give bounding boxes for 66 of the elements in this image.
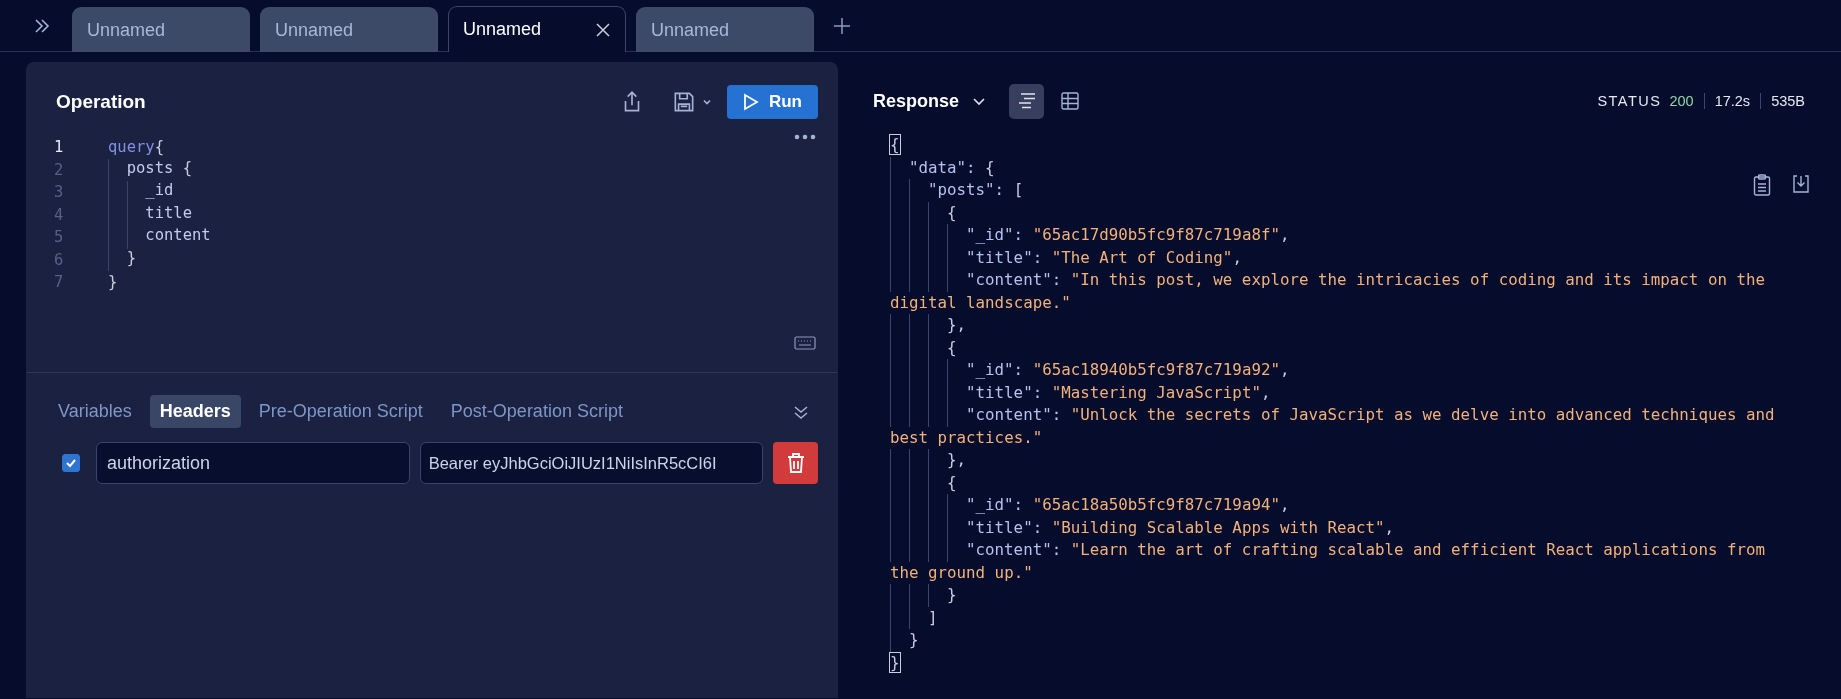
code-line: } — [108, 248, 136, 271]
clipboard-icon[interactable] — [1753, 174, 1771, 196]
code-line: "content": "In this post, we explore the intricacies of coding and its impact on the digital landscape." — [890, 269, 1766, 314]
code-line: "title": "The Art of Coding", — [890, 246, 1784, 269]
code-line: content — [108, 226, 211, 249]
code-line: { — [890, 336, 1784, 359]
code-line: } — [890, 651, 901, 674]
code-line: { — [890, 471, 1784, 494]
code-line: "_id": "65ac18a50b5fc9f87c719a94", — [890, 494, 1784, 517]
delete-button[interactable] — [773, 442, 818, 484]
code-line: title — [108, 203, 192, 226]
checkbox[interactable] — [62, 454, 80, 472]
header-key-field[interactable]: authorization — [95, 442, 410, 484]
code-line: posts { — [108, 158, 192, 181]
code-line: } — [890, 584, 1784, 607]
table-icon — [1060, 92, 1079, 110]
code-line: }, — [890, 449, 1784, 472]
list-icon — [1016, 92, 1037, 110]
request-tab[interactable]: Post-Operation Script — [440, 395, 633, 428]
code-line: "content": "Unlock the secrets of JavaScript as we delve into advanced techniques and best practices." — [890, 404, 1776, 449]
response-size: 535B — [1770, 93, 1805, 109]
header-value-field[interactable]: Bearer eyJhbGciOiJIUzI1NiIsInR5cCI6I — [419, 442, 764, 484]
panel-title: Operation — [56, 91, 147, 113]
more-icon[interactable] — [794, 134, 816, 140]
request-tab[interactable]: Headers — [149, 395, 241, 428]
trash-icon — [785, 452, 806, 474]
line-number: 2 — [54, 160, 65, 179]
code-line: "content": "Learn the art of crafting scalable and efficient React applications from the ground up." — [890, 539, 1766, 584]
run-button[interactable]: Run — [726, 85, 818, 119]
list-view-button[interactable] — [1009, 83, 1045, 119]
code-line: "data": { — [890, 156, 1784, 179]
line-number: 5 — [54, 228, 65, 247]
code-line: }, — [890, 314, 1784, 337]
response-time: 17.2s — [1704, 93, 1762, 109]
line-number: 7 — [54, 273, 65, 292]
code-line: "posts": [ — [890, 179, 1784, 202]
check-icon — [64, 457, 77, 469]
editor-tab[interactable]: Unnamed — [448, 6, 626, 52]
code-line: } — [108, 273, 118, 292]
status-code: 200 — [1669, 93, 1705, 109]
panel-title: Response — [873, 90, 960, 112]
code-line: { — [890, 134, 901, 156]
code-line: _id — [108, 181, 174, 204]
request-tab[interactable]: Variables — [48, 395, 142, 428]
code-line: "_id": "65ac17d90b5fc9f87c719a8f", — [890, 224, 1784, 247]
code-line: { — [890, 201, 1784, 224]
code-line: query{ — [108, 138, 164, 157]
editor-tab[interactable]: Unnamed — [72, 7, 250, 52]
download-icon[interactable] — [1791, 174, 1811, 194]
editor-tab[interactable]: Unnamed — [260, 7, 438, 52]
close-icon[interactable] — [595, 21, 611, 38]
line-number: 1 — [54, 138, 65, 157]
request-tab[interactable]: Pre-Operation Script — [248, 395, 433, 428]
line-number: 6 — [54, 250, 65, 269]
editor-tab[interactable]: Unnamed — [636, 7, 814, 52]
code-line: "title": "Building Scalable Apps with React", — [890, 516, 1784, 539]
plus-icon[interactable] — [832, 15, 852, 36]
code-line: "_id": "65ac18940b5fc9f87c719a92", — [890, 359, 1784, 382]
code-line: "title": "Mastering JavaScript", — [890, 381, 1784, 404]
line-number: 3 — [54, 183, 65, 202]
code-line: } — [890, 629, 1784, 652]
status-label: STATUS — [1597, 93, 1662, 109]
keyboard-icon[interactable] — [794, 336, 816, 350]
code-line: ] — [890, 606, 1784, 629]
line-number: 4 — [54, 205, 65, 224]
play-icon — [742, 93, 759, 111]
